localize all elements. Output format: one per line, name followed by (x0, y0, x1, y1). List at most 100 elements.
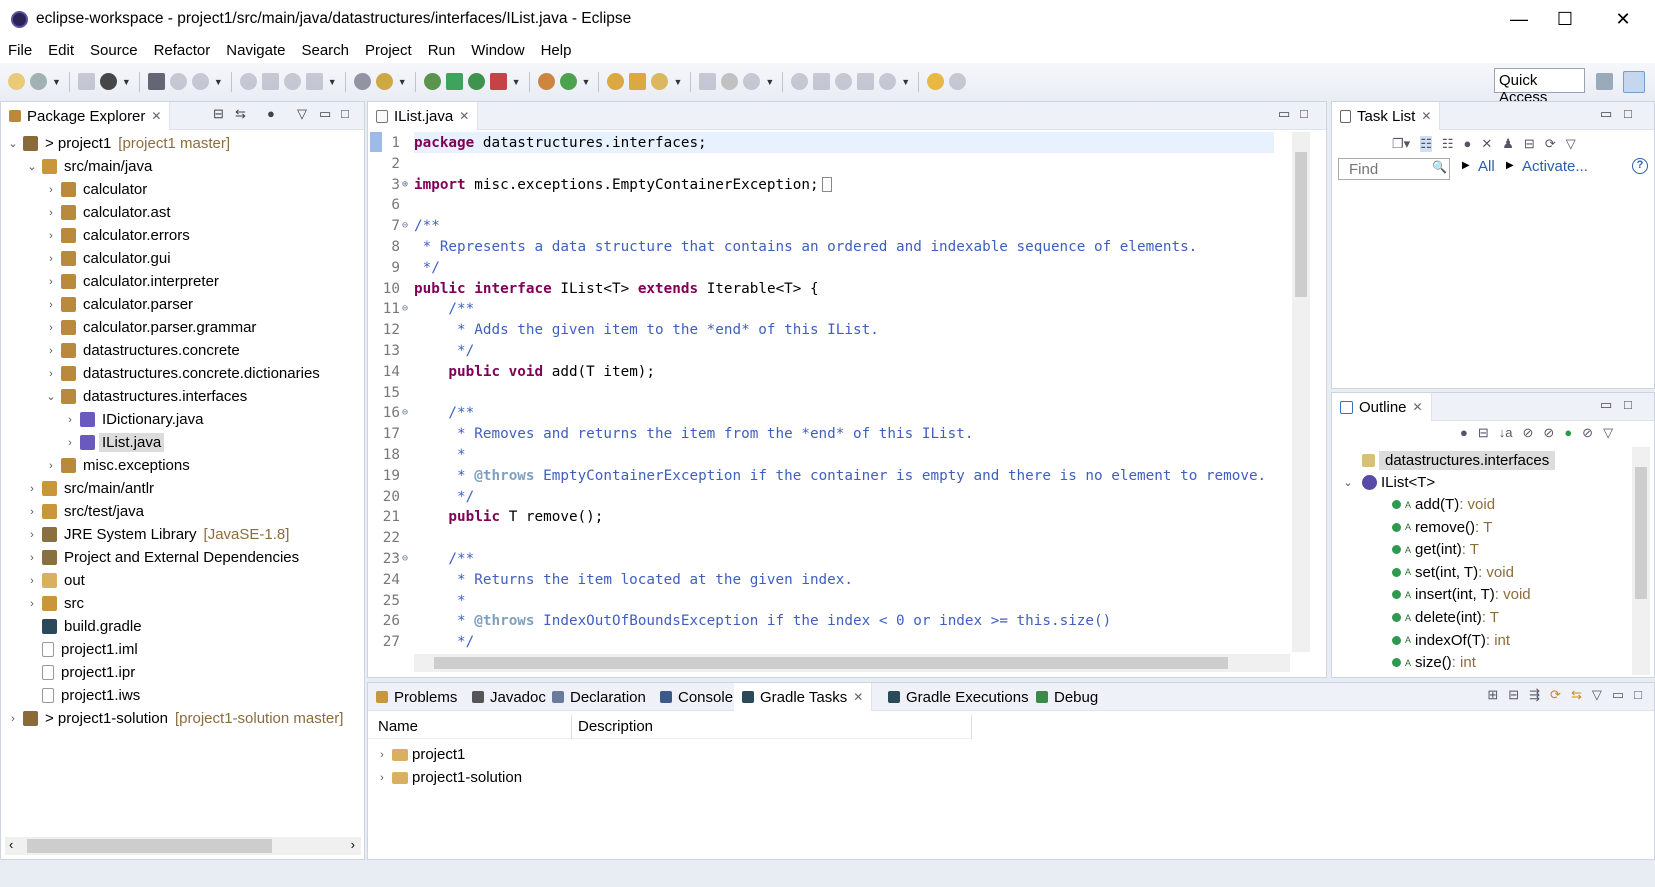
toolbar-button-icon[interactable] (77, 73, 95, 90)
tree-item[interactable]: › src/test/java (26, 500, 147, 523)
toolbar-button-icon[interactable] (353, 73, 371, 90)
tree-item[interactable]: › IDictionary.java (64, 408, 206, 431)
tree-item[interactable]: › calculator.gui (45, 247, 174, 270)
minimize-view-icon[interactable]: ▭ (1600, 106, 1612, 122)
tree-item[interactable]: › > project1-solution [project1-solution … (7, 707, 343, 730)
expand-toggle-icon[interactable]: › (376, 772, 388, 784)
toolbar-button-icon[interactable] (261, 73, 279, 90)
view-menu-icon[interactable]: ▽ (297, 106, 307, 122)
toolbar-button-icon[interactable] (879, 73, 897, 90)
menu-window[interactable]: Window (463, 42, 532, 59)
expand-toggle-icon[interactable]: › (376, 749, 388, 761)
tab-ilist-java[interactable]: IList.java ✕ (368, 102, 479, 130)
column-name[interactable]: Name (378, 718, 418, 735)
scheduled-icon[interactable]: ☷ (1442, 136, 1454, 152)
all-link[interactable]: All (1478, 158, 1495, 175)
outline-method[interactable]: Aremove() : T (1392, 516, 1492, 539)
tab-javadoc[interactable]: Javadoc (464, 683, 554, 711)
dropdown-icon[interactable]: ▼ (122, 77, 131, 87)
toolbar-button-icon[interactable] (445, 73, 463, 90)
expand-toggle-icon[interactable]: ⌄ (1342, 476, 1354, 489)
tab-declaration[interactable]: Declaration (544, 683, 654, 711)
tab-task-list[interactable]: Task List ✕ (1332, 102, 1441, 130)
toolbar-button-icon[interactable] (467, 73, 485, 90)
tree-item[interactable]: › calculator.ast (45, 201, 174, 224)
close-icon[interactable]: ✕ (853, 690, 863, 704)
close-icon[interactable]: ✕ (459, 109, 469, 123)
tree-item[interactable]: › IList.java (64, 431, 165, 454)
dropdown-icon[interactable]: ▼ (328, 77, 337, 87)
collapse-fold-icon[interactable]: ⊖ (402, 407, 408, 418)
folded-import-marker[interactable] (821, 177, 832, 193)
tree-item[interactable]: › src/main/antlr (26, 477, 157, 500)
sync-icon[interactable]: ⟳ (1545, 136, 1556, 152)
expand-toggle-icon[interactable]: › (45, 276, 57, 288)
outline-method[interactable]: Aget(int) : T (1392, 538, 1479, 561)
hide-static-icon[interactable]: ⊘ (1543, 425, 1554, 441)
vertical-scrollbar[interactable] (1632, 447, 1650, 675)
maximize-view-icon[interactable]: □ (1624, 397, 1632, 412)
hide-nonpublic-icon[interactable]: ● (1564, 425, 1572, 441)
quick-access-field[interactable]: Quick Access (1494, 68, 1585, 106)
tree-item[interactable]: › calculator.interpreter (45, 270, 222, 293)
close-icon[interactable]: ✕ (1421, 109, 1431, 123)
expand-toggle-icon[interactable]: › (26, 575, 38, 587)
refresh-icon[interactable]: ⟳ (1550, 687, 1561, 703)
tree-item[interactable]: › datastructures.concrete.dictionaries (45, 362, 323, 385)
hide-fields-icon[interactable]: ⊘ (1523, 425, 1534, 441)
outline-method[interactable]: Adelete(int) : T (1392, 606, 1499, 629)
categorized-icon[interactable]: ☷ (1420, 136, 1432, 152)
menu-file[interactable]: File (0, 42, 40, 59)
expand-toggle-icon[interactable]: › (26, 506, 38, 518)
toolbar-button-icon[interactable] (835, 73, 853, 90)
focus-icon[interactable]: ● (267, 106, 275, 121)
focus-icon[interactable]: ● (1464, 136, 1472, 152)
collapse-fold-icon[interactable]: ⊖ (402, 303, 408, 314)
collapse-fold-icon[interactable]: ⊖ (402, 553, 408, 564)
tree-item[interactable]: project1.iml (26, 638, 141, 661)
toolbar-button-icon[interactable] (927, 73, 945, 90)
toolbar-button-icon[interactable] (283, 73, 301, 90)
toolbar-button-icon[interactable] (375, 73, 393, 90)
horizontal-scrollbar[interactable]: ‹ › (5, 837, 361, 855)
expand-toggle-icon[interactable]: › (45, 299, 57, 311)
toolbar-button-icon[interactable] (99, 73, 117, 90)
close-icon[interactable]: ✕ (151, 109, 161, 123)
new-task-icon[interactable]: ❐▾ (1392, 136, 1410, 152)
expand-toggle-icon[interactable]: › (26, 529, 38, 541)
toolbar-button-icon[interactable] (423, 73, 441, 90)
tree-item[interactable]: project1.ipr (26, 661, 138, 684)
tab-gradle-tasks[interactable]: Gradle Tasks ✕ (734, 683, 873, 711)
toolbar-button-icon[interactable] (537, 73, 555, 90)
dropdown-icon[interactable]: ▼ (512, 77, 521, 87)
menu-source[interactable]: Source (82, 42, 146, 59)
focus-icon[interactable]: ● (1460, 425, 1468, 441)
toolbar-button-icon[interactable] (147, 73, 165, 90)
horizontal-scrollbar[interactable] (414, 654, 1290, 672)
link-icon[interactable]: ⇆ (1571, 687, 1582, 703)
menu-refactor[interactable]: Refactor (146, 42, 219, 59)
code-area[interactable]: 1 package datastructures.interfaces; 2 3 ⊕ im… (368, 132, 1274, 652)
toolbar-button-icon[interactable] (721, 73, 739, 90)
tree-item[interactable]: › src (26, 592, 87, 615)
gradle-project-row[interactable]: › project1-solution (376, 766, 522, 789)
help-icon[interactable]: ? (1632, 158, 1648, 174)
menu-search[interactable]: Search (293, 42, 357, 59)
menu-navigate[interactable]: Navigate (218, 42, 293, 59)
dropdown-icon[interactable]: ▼ (582, 77, 591, 87)
collapse-fold-icon[interactable]: ⊖ (402, 220, 408, 231)
collapse-all-icon[interactable]: ⊟ (1508, 687, 1519, 703)
tree-item[interactable]: › calculator.parser.grammar (45, 316, 259, 339)
tree-item[interactable]: › out (26, 569, 88, 592)
expand-toggle-icon[interactable]: › (45, 368, 57, 380)
dropdown-icon[interactable]: ▼ (901, 77, 910, 87)
maximize-button[interactable]: ☐ (1538, 0, 1592, 38)
tree-item[interactable]: project1.iws (26, 684, 143, 707)
expand-toggle-icon[interactable]: ⌄ (45, 390, 57, 403)
toolbar-button-icon[interactable] (651, 73, 669, 90)
filter-icon[interactable]: ⇶ (1529, 687, 1540, 703)
expand-toggle-icon[interactable]: › (64, 437, 76, 449)
tree-item[interactable]: ⌄ > project1 [project1 master] (7, 132, 230, 155)
tree-item[interactable]: › misc.exceptions (45, 454, 193, 477)
java-perspective-icon[interactable] (1623, 71, 1645, 93)
